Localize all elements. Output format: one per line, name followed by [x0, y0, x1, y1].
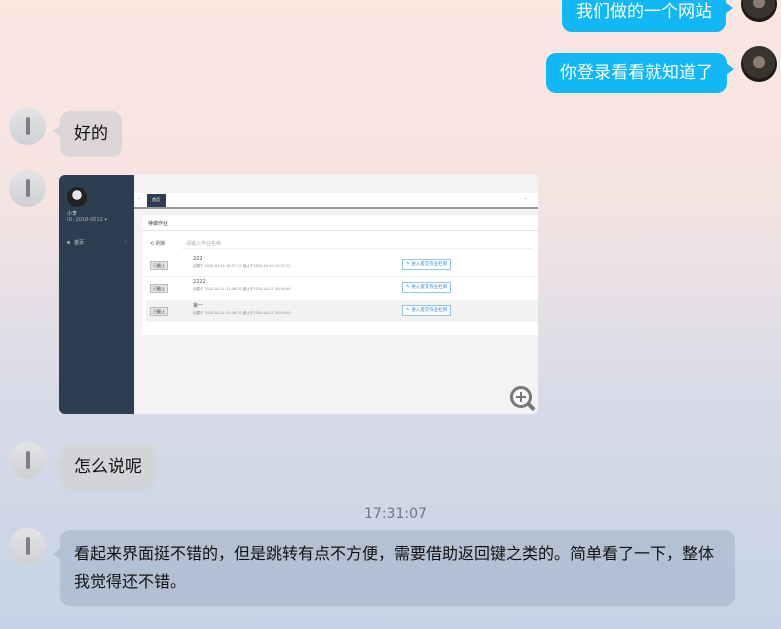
message-text: 怎么说呢	[74, 457, 142, 477]
message-text: 我们做的一个网站	[576, 2, 712, 22]
avatar-contact[interactable]	[9, 108, 46, 145]
message-bubble-contact[interactable]: 看起来界面挺不错的，但是跳转有点不方便，需要借助返回键之类的。简单看了一下，整体…	[53, 530, 735, 606]
avatar-self[interactable]	[741, 0, 777, 22]
message-text: 看起来界面挺不错的，但是跳转有点不方便，需要借助返回键之类的。简单看了一下，整体…	[74, 544, 715, 591]
screenshot-row: 已截止 222 创建于 2020-04-21 10:37:12 截止于2020-…	[146, 255, 538, 275]
row-meta: 创建于 2020-04-21 10:37:12 截止于2020-04-30 10…	[193, 264, 291, 268]
row-meta: 创建于 2020-04-21 11:36:22 截止于2020-04-21 00…	[193, 287, 291, 291]
avatar-contact[interactable]	[9, 442, 46, 479]
status-badge: 已截止	[150, 307, 168, 316]
message-bubble-contact[interactable]: 怎么说呢	[53, 444, 156, 490]
screenshot-search: 请输入作业名称	[186, 241, 222, 247]
row-action: ✎ 进入提交作业栏目	[402, 305, 452, 316]
status-badge: 已截止	[150, 261, 168, 270]
screenshot-sidebar: 小李 ID: 2018-0012 ▾ 首页 ›	[59, 175, 134, 414]
screenshot-panel-title: 待做作业	[148, 221, 169, 227]
screenshot-nav-item: 首页	[74, 240, 85, 246]
image-message[interactable]: 小李 ID: 2018-0012 ▾ 首页 › ‹ 首页 › 待做作业 ⟲ 刷新…	[59, 175, 538, 414]
screenshot-tabbar	[134, 193, 538, 209]
screenshot-user-sub: ID: 2018-0012 ▾	[67, 217, 107, 223]
avatar-contact[interactable]	[9, 170, 46, 207]
row-name: 222	[193, 256, 203, 262]
screenshot-filter: ⟲ 刷新	[150, 241, 166, 247]
zoom-in-icon[interactable]	[510, 386, 536, 412]
row-action: ✎ 进入提交作业栏目	[402, 282, 452, 293]
screenshot-tab-label: 首页	[152, 197, 160, 202]
message-bubble-self[interactable]: 我们做的一个网站	[562, 0, 733, 32]
chevron-right-icon: ›	[125, 239, 127, 245]
chevron-right-icon: ›	[525, 196, 527, 202]
screenshot-tab: 首页	[147, 194, 166, 207]
screenshot-row: 已截止 2222 创建于 2020-04-21 11:36:22 截止于2020…	[146, 278, 538, 298]
message-bubble-self[interactable]: 你登录看看就知道了	[546, 53, 734, 93]
chevron-left-icon: ‹	[138, 196, 140, 202]
message-text: 好的	[74, 124, 108, 144]
screenshot-panel: 待做作业 ⟲ 刷新 请输入作业名称 已截止 222 创建于 2020-04-21…	[142, 215, 538, 335]
dot-icon	[67, 241, 70, 244]
message-timestamp: 17:31:07	[364, 506, 427, 522]
row-name: 第一	[193, 303, 204, 309]
avatar-contact[interactable]	[9, 528, 46, 565]
screenshot-user-name: 小李	[67, 211, 78, 217]
message-bubble-contact[interactable]: 好的	[53, 111, 122, 157]
row-action: ✎ 进入提交作业栏目	[402, 259, 452, 270]
row-meta: 创建于 2020-04-21 11:36:22 截止于2020-04-27 00…	[193, 311, 291, 315]
row-name: 2222	[193, 279, 206, 285]
avatar-self[interactable]	[741, 46, 777, 82]
screenshot-user-avatar	[67, 187, 87, 207]
message-text: 你登录看看就知道了	[560, 63, 713, 83]
status-badge: 已截止	[150, 284, 168, 293]
screenshot-row: 已截止 第一 创建于 2020-04-21 11:36:22 截止于2020-0…	[146, 300, 538, 322]
